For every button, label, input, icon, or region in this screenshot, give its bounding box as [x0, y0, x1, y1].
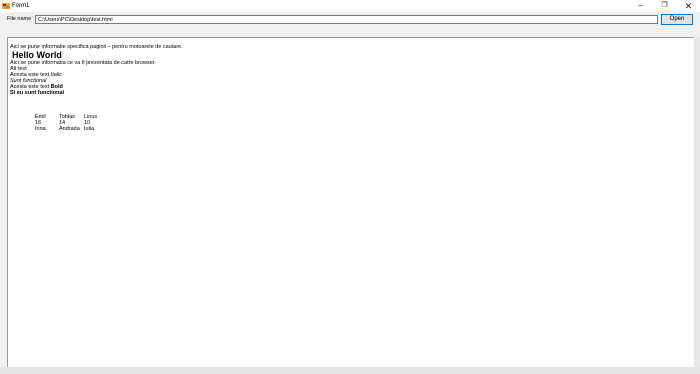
- app-icon: [2, 3, 10, 9]
- bold-functional-line: Si eu sunt functional: [10, 90, 65, 96]
- status-strip: [0, 367, 700, 374]
- table-row: Irina Andrada Iulia: [33, 126, 99, 132]
- vertical-scrollbar[interactable]: [694, 37, 700, 367]
- file-path-input[interactable]: [35, 15, 658, 24]
- page-content: Aici se pune informatie specifica pagini…: [10, 44, 183, 96]
- file-name-label: File name: [7, 16, 32, 22]
- window-title: Form1: [12, 3, 30, 9]
- page-heading: Hello World: [12, 50, 62, 60]
- names-table: Emil Tobias Linus 16 14 10 Irina Andrada…: [33, 114, 99, 132]
- title-bar: Form1 – ❐ ✕: [0, 0, 700, 12]
- table-cell: Irina: [35, 126, 46, 132]
- web-browser-view[interactable]: Aici se pune informatie specifica pagini…: [7, 37, 694, 367]
- table-cell: Iulia: [84, 126, 95, 132]
- maximize-button[interactable]: ❐: [652, 0, 677, 12]
- close-button[interactable]: ✕: [676, 0, 700, 12]
- table-cell: Andrada: [59, 126, 80, 132]
- italic-word: Italic: [50, 72, 62, 78]
- minimize-button[interactable]: –: [628, 0, 653, 12]
- open-button[interactable]: Open: [661, 14, 693, 25]
